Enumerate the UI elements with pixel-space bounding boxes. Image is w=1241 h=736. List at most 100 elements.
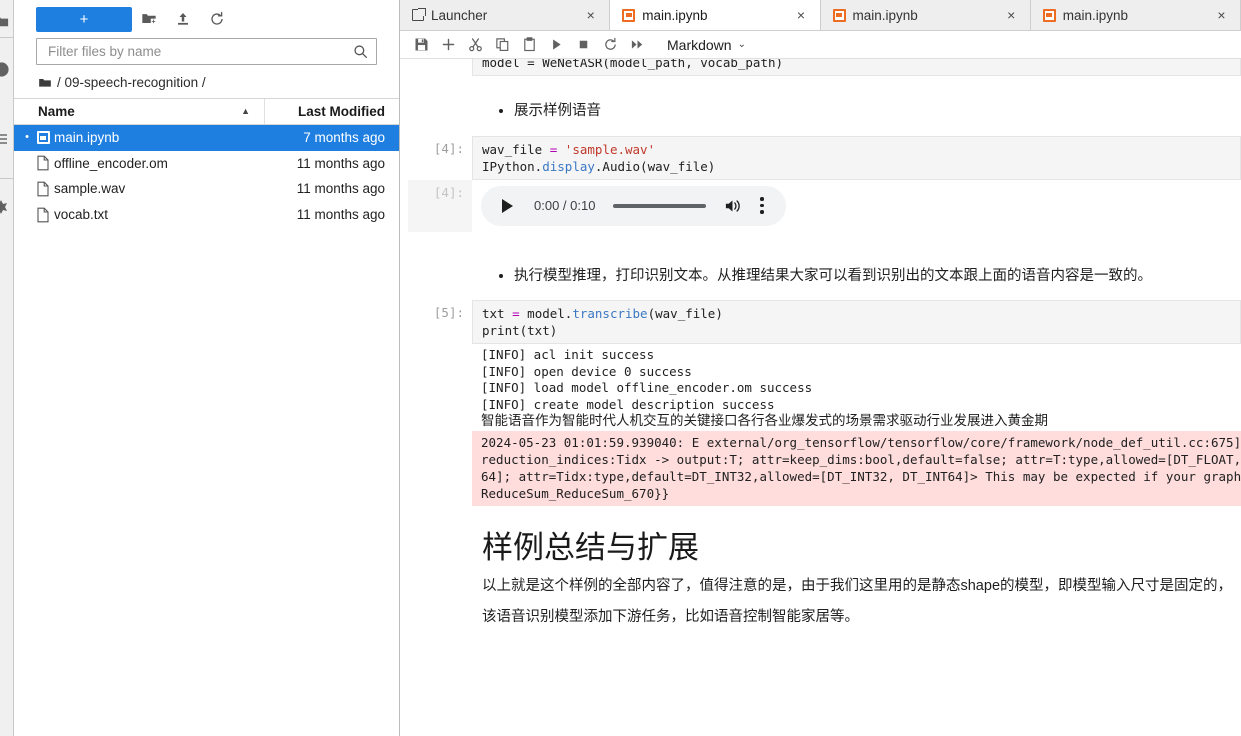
file-icon: [32, 207, 54, 223]
notebook-icon: [1042, 8, 1056, 22]
code-line-2: print(txt): [482, 323, 558, 339]
new-launcher-button[interactable]: +: [36, 6, 132, 32]
list-item[interactable]: • main.ipynb 7 months ago: [14, 125, 399, 151]
paste-icon[interactable]: [516, 33, 543, 57]
cell-prompt: [5]:: [433, 305, 464, 321]
terminal-icon[interactable]: [0, 58, 12, 80]
run-icon[interactable]: [543, 33, 570, 57]
markdown-cell-3[interactable]: 样例总结与扩展 以上就是这个样例的全部内容了，值得注意的是，由于我们这里用的是静…: [400, 506, 1241, 643]
code-token-string: 'sample.wav': [557, 141, 656, 157]
tab-label: main.ipynb: [642, 7, 708, 23]
list-icon[interactable]: [0, 128, 12, 150]
close-icon[interactable]: ×: [1003, 8, 1020, 22]
error-line: ReduceSum_ReduceSum_670}}: [481, 485, 670, 501]
log-line: [INFO] create model description success: [481, 396, 775, 412]
bullet-list: 执行模型推理，打印识别文本。从推理结果大家可以看到识别出的文本跟上面的语音内容是…: [482, 264, 1231, 289]
play-icon[interactable]: [497, 198, 517, 213]
more-vertical-icon[interactable]: [752, 197, 772, 214]
bullet-item: 展示样例语音: [514, 99, 1231, 124]
new-folder-icon[interactable]: [132, 7, 166, 32]
output-cell-4: [4]: 0:00 / 0:10: [400, 179, 1241, 232]
close-icon[interactable]: ×: [582, 8, 599, 22]
tab-launcher[interactable]: Launcher ×: [400, 0, 611, 30]
file-modified: 11 months ago: [296, 155, 385, 171]
tab-notebook-1[interactable]: main.ipynb ×: [610, 0, 821, 30]
tab-label: Launcher: [431, 7, 488, 23]
file-name: sample.wav: [54, 181, 126, 197]
cell-prompt: [400, 506, 472, 511]
breadcrumb[interactable]: / 09-speech-recognition /: [14, 71, 399, 99]
code-input[interactable]: model = WeNetASR(model_path, vocab_path): [472, 59, 1241, 76]
file-filter-wrapper: [14, 36, 399, 71]
filter-files-input[interactable]: [46, 43, 353, 60]
audio-output-wrapper: 0:00 / 0:10: [472, 180, 1241, 232]
cell-prompt: [400, 252, 472, 257]
activity-bar-divider-2: [0, 178, 13, 179]
volume-icon[interactable]: [722, 198, 744, 214]
audio-progress-slider[interactable]: [613, 203, 706, 208]
cell-type-dropdown[interactable]: Markdown ⌄: [663, 35, 750, 55]
list-item[interactable]: • vocab.txt 11 months ago: [14, 202, 399, 228]
jupyterlab-window: + Filter files by name / 09-speech-recog…: [0, 0, 1241, 736]
close-icon[interactable]: ×: [1213, 8, 1230, 22]
tab-notebook-2[interactable]: main.ipynb ×: [820, 0, 1031, 30]
puzzle-icon[interactable]: [0, 196, 12, 218]
folder-icon[interactable]: [38, 76, 52, 90]
markdown-content: 展示样例语音: [472, 87, 1241, 136]
audio-player[interactable]: 0:00 / 0:10: [481, 185, 786, 226]
breadcrumb-path[interactable]: / 09-speech-recognition /: [57, 75, 206, 90]
cut-icon[interactable]: [462, 33, 489, 57]
restart-icon[interactable]: [597, 33, 624, 57]
code-input[interactable]: txt = model.transcribe(wav_file) print(t…: [472, 300, 1241, 345]
code-cell-5[interactable]: [5]: txt = model.transcribe(wav_file) pr…: [400, 300, 1241, 345]
list-item[interactable]: • offline_encoder.om 11 months ago: [14, 151, 399, 177]
notebook-scroll-area[interactable]: model = WeNetASR(model_path, vocab_path)…: [400, 59, 1241, 736]
folder-icon[interactable]: [0, 10, 12, 32]
restart-run-all-icon[interactable]: [624, 33, 651, 57]
notebook-cells: model = WeNetASR(model_path, vocab_path)…: [400, 59, 1241, 663]
cell-prompt: [400, 87, 472, 92]
activity-bar-divider: [0, 37, 13, 38]
tab-label: main.ipynb: [1062, 7, 1129, 23]
markdown-content: 样例总结与扩展 以上就是这个样例的全部内容了，值得注意的是，由于我们这里用的是静…: [472, 506, 1241, 643]
file-browser-panel: + Filter files by name / 09-speech-recog…: [14, 0, 400, 736]
copy-icon[interactable]: [489, 33, 516, 57]
output-error: 2024-05-23 01:01:59.939040: E external/o…: [472, 430, 1241, 506]
code-input[interactable]: wav_file = 'sample.wav' IPython.display.…: [472, 135, 1241, 180]
cell-gap: [400, 232, 1241, 252]
column-header-name[interactable]: Name ▲: [14, 99, 265, 124]
launcher-icon: [412, 7, 426, 21]
add-cell-icon[interactable]: [435, 33, 462, 57]
code-cell-partial[interactable]: model = WeNetASR(model_path, vocab_path): [400, 59, 1241, 76]
cell-type-label: Markdown: [667, 36, 732, 53]
page-title: 样例总结与扩展: [482, 529, 699, 565]
output-stream: [INFO] acl init success [INFO] open devi…: [472, 344, 1241, 430]
output-cell-5: [INFO] acl init success [INFO] open devi…: [400, 344, 1241, 506]
file-filter-box[interactable]: [36, 38, 377, 65]
file-icon: [32, 155, 54, 171]
markdown-cell-1[interactable]: 展示样例语音: [400, 87, 1241, 136]
file-name: main.ipynb: [54, 130, 120, 146]
list-item[interactable]: • sample.wav 11 months ago: [14, 176, 399, 202]
refresh-icon[interactable]: [200, 7, 234, 32]
tab-bar: Launcher × main.ipynb × main.ipynb × mai…: [400, 0, 1241, 31]
cell-prompt: [4]:: [433, 140, 464, 156]
file-list-header: Name ▲ Last Modified: [14, 99, 399, 125]
tab-notebook-3[interactable]: main.ipynb ×: [1030, 0, 1241, 30]
code-cell-4[interactable]: [4]: wav_file = 'sample.wav' IPython.dis…: [400, 135, 1241, 180]
close-icon[interactable]: ×: [793, 8, 810, 22]
markdown-cell-2[interactable]: 执行模型推理，打印识别文本。从推理结果大家可以看到识别出的文本跟上面的语音内容是…: [400, 252, 1241, 301]
column-header-last-modified[interactable]: Last Modified: [265, 104, 399, 119]
stop-icon[interactable]: [570, 33, 597, 57]
chevron-down-icon: ⌄: [737, 39, 746, 50]
search-icon: [353, 44, 368, 59]
tab-label: main.ipynb: [852, 7, 918, 23]
markdown-content: 执行模型推理，打印识别文本。从推理结果大家可以看到识别出的文本跟上面的语音内容是…: [472, 252, 1241, 301]
save-icon[interactable]: [408, 33, 435, 57]
code-token-var: wav_file: [482, 141, 550, 157]
running-indicator-dot: •: [25, 131, 29, 144]
log-line: [INFO] load model offline_encoder.om suc…: [481, 380, 813, 396]
output-area: 0:00 / 0:10: [472, 180, 1241, 232]
upload-icon[interactable]: [166, 7, 200, 32]
file-name: offline_encoder.om: [54, 155, 168, 171]
